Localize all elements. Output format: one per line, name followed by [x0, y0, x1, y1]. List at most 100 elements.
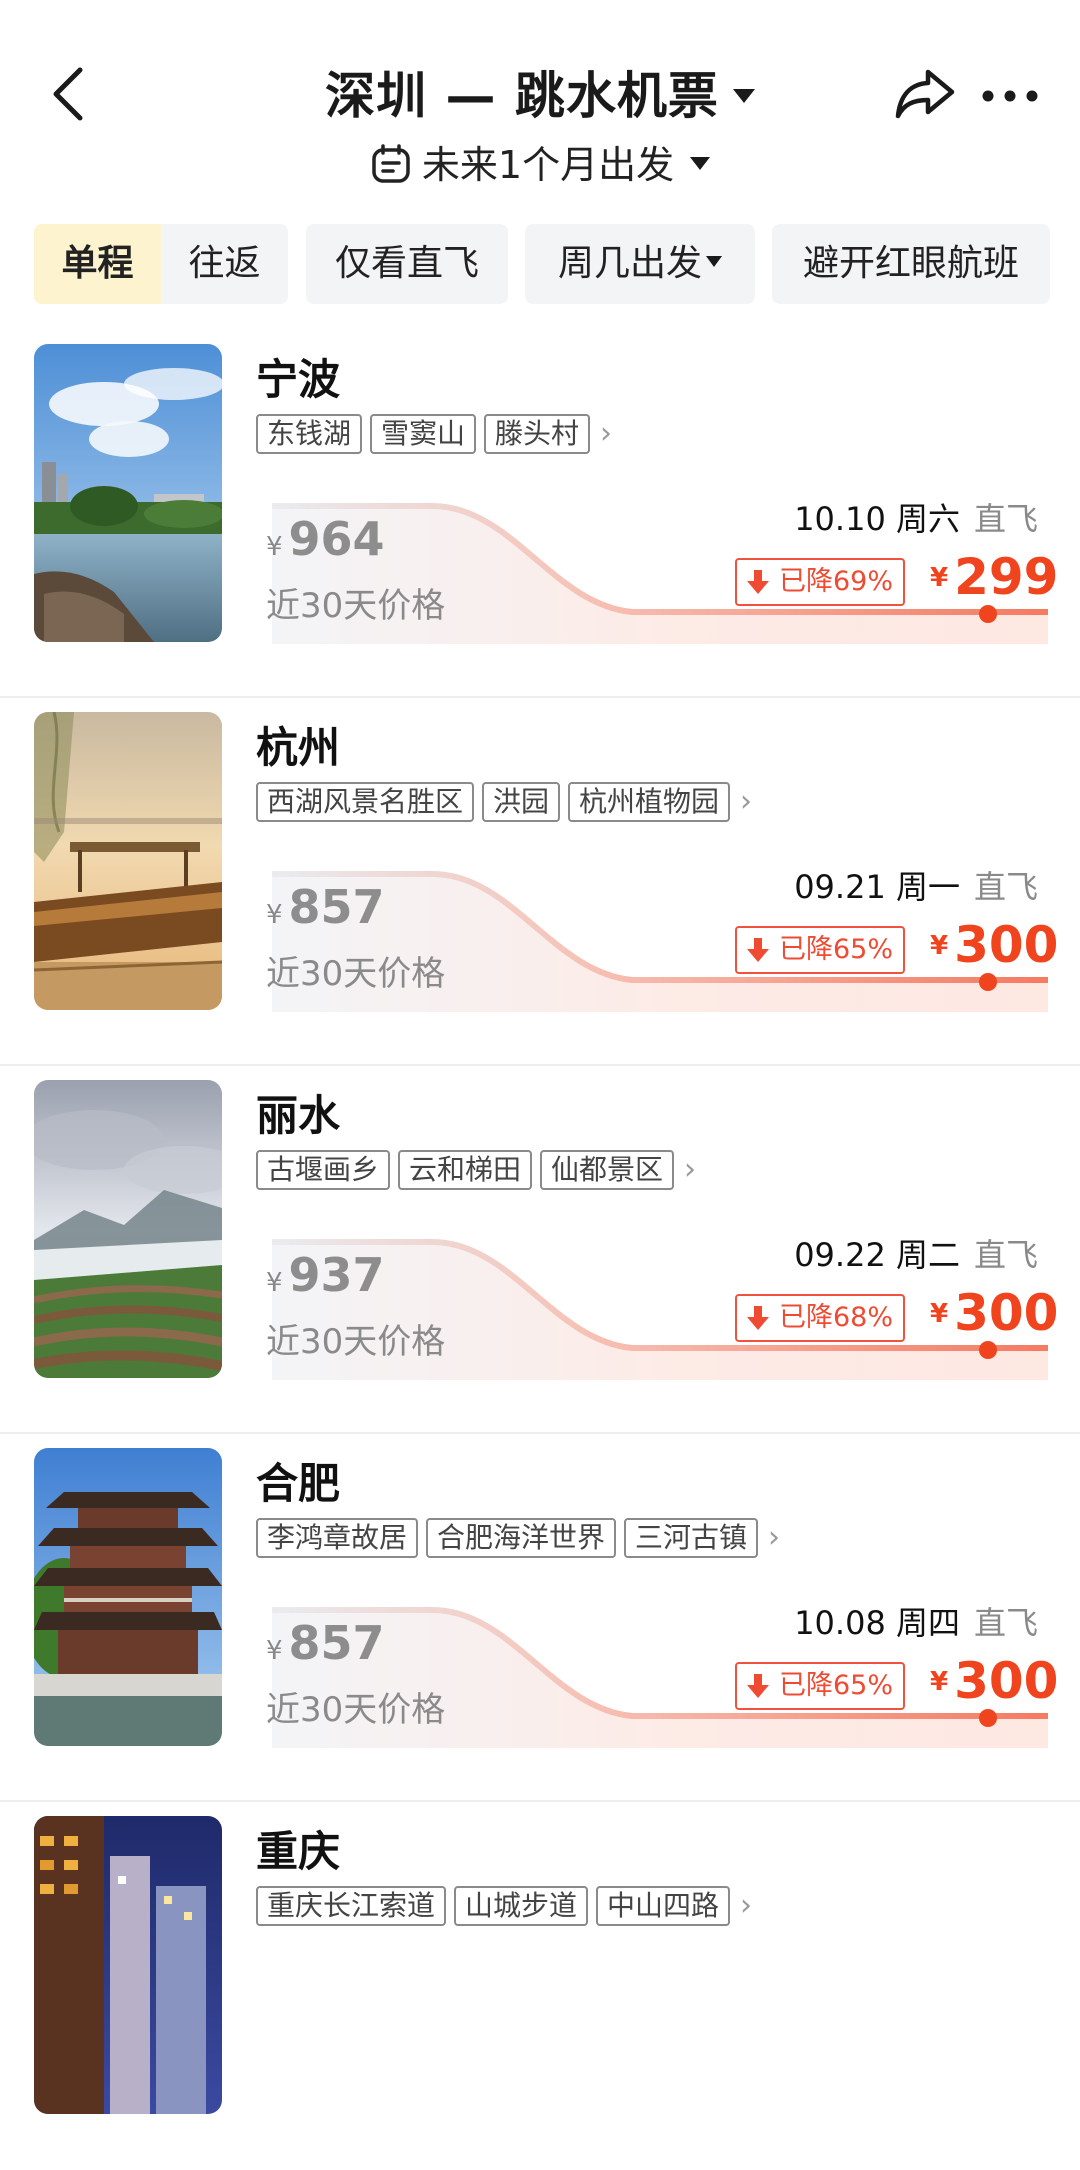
price-drop-text: 已降69% [779, 566, 894, 597]
currency-symbol: ¥ [930, 563, 949, 593]
reference-price-value: 937 [288, 1248, 385, 1302]
reference-price-label: 近30天价格 [266, 586, 446, 626]
header: 深圳 — 跳水机票 未来1个月出发 [0, 0, 1080, 210]
reference-price: ¥964 [266, 512, 385, 566]
flight-type: 直飞 [973, 1604, 1038, 1642]
flight-weekday: 周六 [895, 500, 960, 538]
attraction-tag: 雪窦山 [370, 414, 477, 454]
destination-list: 宁波 东钱湖 雪窦山 滕头村 › ¥964 近30天价格 10.10 周六 直飞… [0, 330, 1080, 2170]
trip-type-toggle: 单程 往返 [34, 224, 288, 304]
flight-type: 直飞 [973, 500, 1038, 538]
reference-price-value: 857 [288, 1616, 385, 1670]
date-range-selector[interactable]: 未来1个月出发 [0, 134, 1080, 189]
attraction-tag: 东钱湖 [256, 414, 363, 454]
attraction-tags[interactable]: 古堰画乡 云和梯田 仙都景区 › [256, 1150, 696, 1190]
destination-photo [34, 712, 222, 1010]
price-drop-badge: 已降68% [735, 1294, 905, 1342]
date-range-label: 未来1个月出发 [421, 143, 675, 187]
price-drop-text: 已降68% [779, 1302, 894, 1333]
flight-date: 10.08 周四 直飞 [794, 1598, 1038, 1644]
attraction-tag: 洪园 [482, 782, 561, 822]
flight-date-value: 09.22 [794, 1236, 886, 1274]
destination-photo [34, 1080, 222, 1378]
flight-date-value: 10.08 [794, 1604, 886, 1642]
price-drop-text: 已降65% [779, 934, 894, 965]
city-name: 丽水 [256, 1091, 341, 1140]
current-price-value: 300 [954, 1284, 1059, 1342]
flight-date: 09.22 周二 直飞 [794, 1230, 1038, 1276]
flight-weekday: 周一 [895, 868, 960, 906]
reference-price-label: 近30天价格 [266, 1690, 446, 1730]
filter-bar: 单程 往返 仅看直飞 周几出发 避开红眼航班 [34, 224, 1050, 304]
chevron-right-icon: › [740, 784, 753, 819]
attraction-tag: 西湖风景名胜区 [256, 782, 475, 822]
destination-card[interactable]: 宁波 东钱湖 雪窦山 滕头村 › ¥964 近30天价格 10.10 周六 直飞… [0, 330, 1080, 698]
attraction-tags[interactable]: 重庆长江索道 山城步道 中山四路 › [256, 1886, 752, 1926]
price-drop-badge: 已降65% [735, 1662, 905, 1710]
reference-price-value: 964 [288, 512, 385, 566]
current-price: ¥299 [930, 548, 1058, 606]
reference-price: ¥857 [266, 1616, 385, 1670]
flight-weekday: 周四 [895, 1604, 960, 1642]
flight-weekday: 周二 [895, 1236, 960, 1274]
attraction-tag: 合肥海洋世界 [426, 1518, 617, 1558]
share-icon [895, 69, 955, 119]
calendar-icon [372, 143, 410, 183]
chevron-right-icon: › [768, 1520, 781, 1555]
date-dropdown-icon [690, 157, 711, 170]
page-title: 深圳 — 跳水机票 [325, 67, 719, 125]
reference-price-value: 857 [288, 880, 385, 934]
down-arrow-icon [747, 1674, 769, 1698]
flight-date: 09.21 周一 直飞 [794, 862, 1038, 908]
avoid-redeye-label: 避开红眼航班 [802, 243, 1019, 284]
price-drop-badge: 已降65% [735, 926, 905, 974]
destination-card[interactable]: 丽水 古堰画乡 云和梯田 仙都景区 › ¥937 近30天价格 09.22 周二… [0, 1066, 1080, 1434]
attraction-tag: 滕头村 [484, 414, 591, 454]
current-price-value: 300 [954, 1652, 1059, 1710]
current-price-value: 299 [954, 548, 1059, 606]
more-button[interactable] [980, 76, 1040, 116]
currency-symbol: ¥ [266, 1636, 283, 1666]
attraction-tags[interactable]: 西湖风景名胜区 洪园 杭州植物园 › [256, 782, 752, 822]
destination-card[interactable]: 合肥 李鸿章故居 合肥海洋世界 三河古镇 › ¥857 近30天价格 10.08… [0, 1434, 1080, 1802]
current-price: ¥300 [930, 916, 1058, 974]
attraction-tag: 李鸿章故居 [256, 1518, 419, 1558]
price-drop-text: 已降65% [779, 1670, 894, 1701]
weekday-filter[interactable]: 周几出发 [525, 224, 755, 304]
round-trip-tab[interactable]: 往返 [161, 224, 288, 304]
down-arrow-icon [747, 570, 769, 594]
chevron-right-icon: › [740, 1888, 753, 1923]
direct-only-label: 仅看直飞 [334, 243, 479, 284]
more-icon [982, 90, 1038, 102]
reference-price: ¥937 [266, 1248, 385, 1302]
title-dropdown-icon [732, 88, 755, 103]
weekday-dropdown-icon [706, 255, 722, 267]
destination-card[interactable]: 重庆 重庆长江索道 山城步道 中山四路 › [0, 1802, 1080, 2170]
currency-symbol: ¥ [930, 931, 949, 961]
weekday-label: 周几出发 [557, 243, 702, 284]
attraction-tag: 古堰画乡 [256, 1150, 391, 1190]
destination-card[interactable]: 杭州 西湖风景名胜区 洪园 杭州植物园 › ¥857 近30天价格 09.21 … [0, 698, 1080, 1066]
reference-price-label: 近30天价格 [266, 1322, 446, 1362]
down-arrow-icon [747, 1306, 769, 1330]
current-price: ¥300 [930, 1652, 1058, 1710]
share-button[interactable] [894, 66, 956, 122]
flight-type: 直飞 [973, 1236, 1038, 1274]
city-name: 重庆 [256, 1827, 341, 1876]
chevron-right-icon: › [600, 416, 613, 451]
one-way-tab[interactable]: 单程 [34, 224, 161, 304]
chevron-right-icon: › [684, 1152, 697, 1187]
attraction-tag: 中山四路 [596, 1886, 731, 1926]
destination-photo [34, 1448, 222, 1746]
current-price-value: 300 [954, 916, 1059, 974]
city-name: 合肥 [256, 1459, 341, 1508]
attraction-tag: 云和梯田 [398, 1150, 533, 1190]
direct-only-filter[interactable]: 仅看直飞 [306, 224, 508, 304]
down-arrow-icon [747, 938, 769, 962]
currency-symbol: ¥ [266, 900, 283, 930]
attraction-tags[interactable]: 李鸿章故居 合肥海洋世界 三河古镇 › [256, 1518, 780, 1558]
attraction-tags[interactable]: 东钱湖 雪窦山 滕头村 › [256, 414, 612, 454]
destination-photo [34, 344, 222, 642]
avoid-redeye-filter[interactable]: 避开红眼航班 [772, 224, 1050, 304]
destination-photo [34, 1816, 222, 2114]
